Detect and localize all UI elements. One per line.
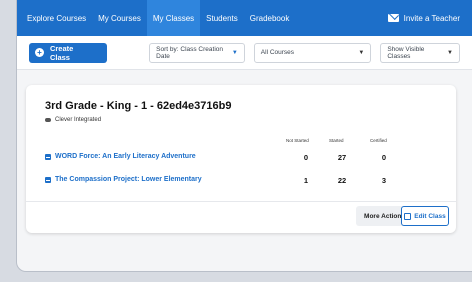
certified-count: 0 [381, 153, 387, 162]
sort-select-value: Sort by: Class Creation Date [156, 45, 224, 60]
courses-filter-value: All Courses [260, 49, 295, 56]
chevron-down-icon: ▼ [231, 49, 238, 56]
edit-class-label: Edit Class [414, 212, 446, 220]
visibility-filter-select[interactable]: Show Visible Classes ▼ [380, 42, 460, 63]
edit-icon [404, 212, 412, 220]
class-card: 3rd Grade - King - 1 - 62ed4e3716b9 Clev… [26, 85, 456, 233]
book-icon [45, 176, 51, 183]
course-link-word-force[interactable]: WORD Force: An Early Literacy Adventure [45, 153, 196, 160]
book-icon [45, 153, 51, 160]
not-started-count: 1 [303, 176, 309, 185]
create-class-button[interactable]: + Create Class [29, 42, 108, 63]
nav-my-classes[interactable]: My Classes [146, 0, 201, 36]
column-header-certified: Certified [370, 138, 387, 143]
course-name: The Compassion Project: Lower Elementary [55, 176, 202, 183]
class-title: 3rd Grade - King - 1 - 62ed4e3716b9 [45, 100, 232, 112]
top-navigation: Explore Courses My Courses My Classes St… [17, 0, 472, 36]
column-header-not-started: Not Started [286, 138, 309, 143]
sort-select[interactable]: Sort by: Class Creation Date ▼ [149, 42, 245, 63]
certified-count: 3 [381, 176, 387, 185]
clever-integration-label: Clever Integrated [55, 117, 102, 123]
nav-gradebook[interactable]: Gradebook [244, 0, 296, 36]
course-name: WORD Force: An Early Literacy Adventure [55, 153, 196, 160]
nav-students[interactable]: Students [200, 0, 244, 36]
nav-my-courses[interactable]: My Courses [92, 0, 147, 36]
started-count: 22 [337, 176, 347, 185]
cloud-icon [45, 118, 51, 122]
chevron-down-icon: ▼ [447, 49, 453, 56]
invite-teacher-link[interactable]: Invite a Teacher [387, 0, 472, 36]
courses-filter-select[interactable]: All Courses ▼ [253, 42, 372, 63]
visibility-filter-value: Show Visible Classes [387, 45, 425, 60]
nav-explore-courses[interactable]: Explore Courses [21, 0, 92, 36]
clever-integration-badge: Clever Integrated [45, 117, 101, 123]
course-link-compassion-project[interactable]: The Compassion Project: Lower Elementary [45, 176, 202, 183]
app-frame: Explore Courses My Courses My Classes St… [16, 0, 472, 272]
envelope-icon [387, 14, 399, 22]
card-divider [26, 201, 456, 202]
started-count: 27 [337, 153, 347, 162]
class-toolbar: + Create Class Sort by: Class Creation D… [17, 36, 472, 70]
edit-class-button[interactable]: Edit Class [401, 206, 449, 226]
create-class-label: Create Class [49, 43, 74, 62]
chevron-down-icon: ▼ [358, 49, 365, 56]
column-header-started: Started [329, 138, 344, 143]
invite-teacher-label: Invite a Teacher [403, 13, 460, 23]
not-started-count: 0 [303, 153, 309, 162]
more-actions-label: More Actions [364, 212, 405, 220]
plus-icon: + [35, 48, 44, 57]
